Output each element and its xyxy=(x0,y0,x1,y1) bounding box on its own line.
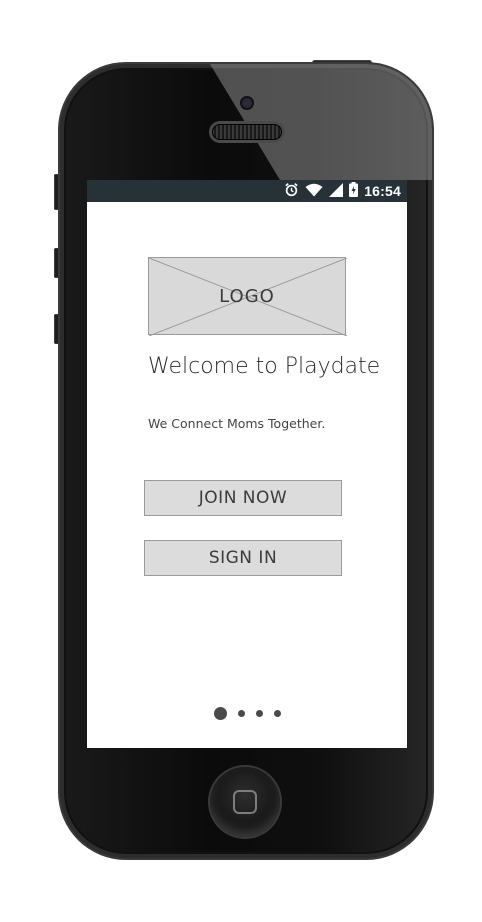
earpiece-speaker xyxy=(212,124,282,140)
page-dot-1[interactable] xyxy=(213,706,227,720)
front-camera xyxy=(242,98,252,108)
home-square-icon xyxy=(233,790,257,814)
logo-label: LOGO xyxy=(219,285,275,307)
screen: 16:54 LOGO Welcome to Playdate We Connec… xyxy=(87,180,407,748)
page-dot-4[interactable] xyxy=(273,709,281,717)
wifi-icon xyxy=(305,182,323,201)
alarm-icon xyxy=(284,182,299,201)
battery-charging-icon xyxy=(349,181,359,201)
welcome-title: Welcome to Playdate xyxy=(148,354,381,379)
join-now-button[interactable]: JOIN NOW xyxy=(144,480,342,516)
logo-placeholder: LOGO xyxy=(148,257,347,336)
page-dot-2[interactable] xyxy=(237,709,245,717)
sign-in-button[interactable]: SIGN IN xyxy=(144,540,342,576)
page-indicator xyxy=(87,705,407,721)
status-icons: 16:54 xyxy=(284,180,401,202)
home-button[interactable] xyxy=(210,767,280,837)
cell-signal-icon xyxy=(329,182,344,201)
tagline: We Connect Moms Together. xyxy=(148,416,326,431)
status-bar: 16:54 xyxy=(87,180,407,202)
status-time: 16:54 xyxy=(364,183,401,199)
page-dot-3[interactable] xyxy=(255,709,263,717)
